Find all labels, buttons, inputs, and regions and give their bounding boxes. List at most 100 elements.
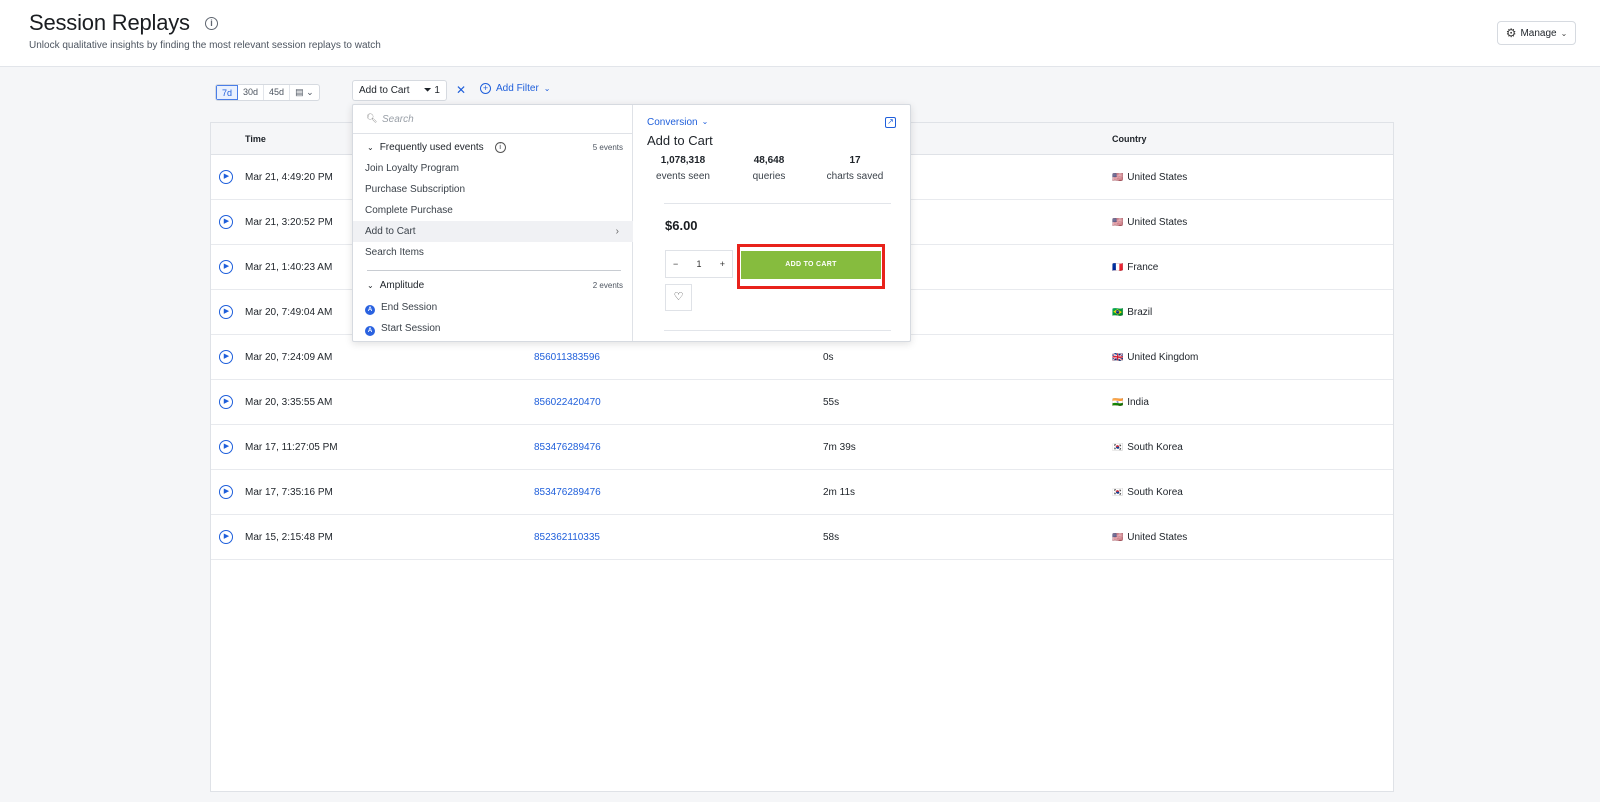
external-link-icon[interactable]: ↗ (885, 117, 896, 128)
amplitude-icon: A (365, 305, 375, 315)
quantity-stepper[interactable]: − 1 + (665, 250, 733, 278)
row-user-id-link[interactable]: 856022420470 (534, 397, 601, 408)
group-count: 5 events (592, 143, 623, 152)
event-search[interactable]: 🔍︎ Search (353, 105, 633, 134)
play-icon[interactable]: ▶ (219, 485, 233, 499)
minus-icon[interactable]: − (673, 259, 678, 269)
chevron-down-icon: ⌄ (543, 84, 551, 93)
event-item-label: Start Session (381, 323, 441, 334)
search-input[interactable]: Search (382, 114, 414, 125)
row-country: 🇮🇳 India (1112, 397, 1149, 408)
play-icon[interactable]: ▶ (219, 530, 233, 544)
country-label: United States (1127, 172, 1188, 183)
page-subtitle: Unlock qualitative insights by finding t… (29, 40, 381, 51)
stat-value: 17 (849, 155, 861, 166)
column-header-time[interactable]: Time (245, 134, 266, 144)
category-dropdown[interactable]: Conversion ⌄ (647, 117, 708, 128)
range-30d[interactable]: 30d (238, 85, 265, 100)
preview-divider (664, 330, 891, 331)
row-country: 🇺🇸 United States (1112, 172, 1187, 183)
heart-icon[interactable]: ♡ (665, 284, 692, 311)
group-divider (367, 270, 621, 271)
flag-icon: 🇰🇷 (1112, 442, 1124, 452)
range-45d[interactable]: 45d (264, 85, 291, 100)
column-header-country[interactable]: Country (1112, 134, 1147, 144)
play-icon[interactable]: ▶ (219, 260, 233, 274)
stat-charts-saved: 17 charts saved (815, 155, 895, 182)
row-user-id-link[interactable]: 852362110335 (534, 532, 600, 543)
row-user-id-link[interactable]: 853476289476 (534, 442, 601, 453)
add-to-cart-button[interactable]: ADD TO CART (741, 251, 881, 279)
row-user-id-link[interactable]: 853476289476 (534, 487, 601, 498)
row-country: 🇫🇷 France (1112, 262, 1158, 273)
group-header-amplitude[interactable]: ⌄ Amplitude 2 events (367, 280, 623, 291)
event-item-end-session[interactable]: A End Session (353, 297, 633, 318)
flag-icon: 🇧🇷 (1112, 307, 1124, 317)
group-count: 2 events (592, 281, 623, 290)
flag-icon: 🇺🇸 (1112, 217, 1124, 227)
flag-icon: 🇮🇳 (1112, 397, 1124, 407)
row-duration: 55s (823, 397, 840, 408)
table-row[interactable]: ▶ Mar 17, 11:27:05 PM 853476289476 7m 39s 🇰🇷… (211, 425, 1393, 470)
event-item-add-to-cart[interactable]: Add to Cart › (353, 221, 633, 242)
event-detail-panel: Conversion ⌄ ↗ Add to Cart 1,078,318 eve… (633, 105, 912, 341)
filter-event-label: Add to Cart (359, 85, 410, 96)
flag-icon: 🇫🇷 (1112, 262, 1124, 272)
filter-count: 1 (434, 85, 440, 96)
table-row[interactable]: ▶ Mar 17, 7:35:16 PM 853476289476 2m 11s 🇰🇷 S… (211, 470, 1393, 515)
row-country: 🇰🇷 South Korea (1112, 487, 1183, 498)
row-duration: 0s (823, 352, 834, 363)
play-icon[interactable]: ▶ (219, 395, 233, 409)
event-item-join-loyalty[interactable]: Join Loyalty Program (353, 158, 633, 179)
play-icon[interactable]: ▶ (219, 305, 233, 319)
row-duration: 58s (823, 532, 840, 543)
play-icon[interactable]: ▶ (219, 215, 233, 229)
event-item-label: End Session (381, 302, 438, 313)
row-time: Mar 21, 1:40:23 AM (245, 262, 333, 273)
range-7d[interactable]: 7d (216, 85, 239, 100)
country-label: United States (1127, 532, 1188, 543)
row-duration: 7m 39s (823, 442, 856, 453)
remove-filter-icon[interactable]: ✕ (456, 83, 466, 97)
country-label: South Korea (1127, 487, 1183, 498)
country-label: India (1127, 397, 1149, 408)
country-label: Brazil (1127, 307, 1153, 318)
add-filter-button[interactable]: + Add Filter ⌄ (480, 83, 551, 94)
stat-value: 48,648 (753, 155, 785, 166)
table-row[interactable]: ▶ Mar 20, 3:35:55 AM 856022420470 55s 🇮🇳 Indi… (211, 380, 1393, 425)
quantity-value: 1 (696, 259, 702, 269)
group-header-frequent[interactable]: ⌄ Frequently used events i 5 events (367, 142, 623, 153)
country-label: France (1127, 262, 1159, 273)
stat-value: 1,078,318 (660, 155, 706, 166)
row-time: Mar 21, 4:49:20 PM (245, 172, 333, 183)
flag-icon: 🇺🇸 (1112, 532, 1124, 542)
play-icon[interactable]: ▶ (219, 170, 233, 184)
chevron-right-icon: › (615, 226, 619, 237)
manage-button[interactable]: ⚙ Manage ⌄ (1497, 21, 1576, 45)
event-filter-chip[interactable]: Add to Cart ⏷ 1 (352, 80, 447, 101)
chevron-down-icon: ⌄ (701, 117, 709, 126)
preview-divider (664, 203, 891, 204)
event-item-label: Add to Cart (365, 226, 416, 237)
event-list-panel: 🔍︎ Search ⌄ Frequently used events i 5 e… (353, 105, 633, 341)
play-icon[interactable]: ▶ (219, 440, 233, 454)
plus-icon[interactable]: + (720, 259, 725, 269)
flag-icon: 🇰🇷 (1112, 487, 1124, 497)
event-item-start-session[interactable]: A Start Session (353, 318, 633, 339)
stat-events-seen: 1,078,318 events seen (643, 155, 723, 182)
row-user-id-link[interactable]: 856011383596 (534, 352, 600, 363)
row-time: Mar 17, 7:35:16 PM (245, 487, 333, 498)
time-range-selector: 7d 30d 45d ▤ ⌄ (215, 84, 320, 101)
row-time: Mar 20, 7:49:04 AM (245, 307, 333, 318)
calendar-icon[interactable]: ▤ ⌄ (290, 85, 319, 100)
row-time: Mar 15, 2:15:48 PM (245, 532, 333, 543)
play-icon[interactable]: ▶ (219, 350, 233, 364)
chevron-down-icon: ⌄ (367, 281, 374, 290)
table-row[interactable]: ▶ Mar 15, 2:15:48 PM 852362110335 58s 🇺🇸 Unit… (211, 515, 1393, 560)
plus-icon: + (480, 83, 491, 94)
chevron-down-icon: ⌄ (1560, 28, 1568, 38)
event-item-complete-purchase[interactable]: Complete Purchase (353, 200, 633, 221)
event-item-search-items[interactable]: Search Items (353, 242, 633, 263)
event-item-purchase-subscription[interactable]: Purchase Subscription (353, 179, 633, 200)
info-icon[interactable]: i (205, 17, 218, 30)
